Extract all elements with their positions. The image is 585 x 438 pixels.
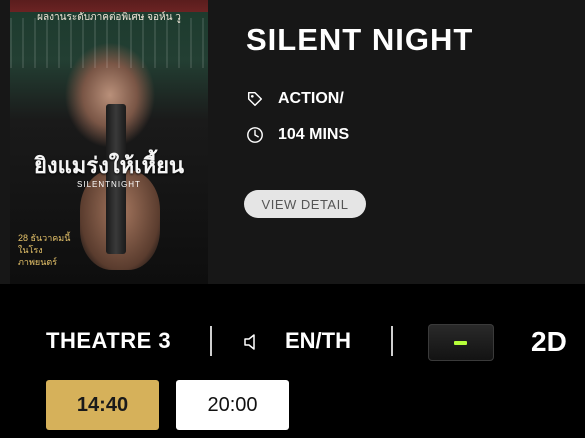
format-label: 2D	[531, 326, 567, 357]
showtime-button-selected[interactable]: 14:40	[46, 380, 159, 430]
poster-sweater-pattern	[10, 18, 208, 68]
theatre-label: THEATRE 3	[46, 328, 172, 353]
poster-top-text: ผลงานระดับภาคต่อพิเศษ จอห์น วู	[37, 12, 181, 23]
indicator-dash	[454, 341, 467, 345]
duration-label: 104 MINS	[278, 126, 350, 143]
movie-info-panel: ผลงานระดับภาคต่อพิเศษ จอห์น วู ยิงแมร่งใ…	[0, 0, 585, 284]
movie-poster[interactable]: ผลงานระดับภาคต่อพิเศษ จอห์น วู ยิงแมร่งใ…	[10, 0, 208, 284]
format-indicator	[428, 324, 494, 361]
divider	[391, 326, 393, 356]
movie-title: SILENT NIGHT	[246, 22, 474, 57]
speaker-icon	[244, 334, 255, 350]
poster-release-text: 28 ธันวาคมนี้ ในโรงภาพยนตร์	[18, 233, 71, 267]
divider	[210, 326, 212, 356]
showtime-button[interactable]: 20:00	[176, 380, 289, 430]
view-detail-button[interactable]: VIEW DETAIL	[244, 190, 366, 218]
clock-icon	[247, 127, 263, 143]
poster-english-title: SILENTNIGHT	[77, 180, 141, 189]
genre-label: ACTION/	[278, 90, 344, 107]
language-label: EN/TH	[285, 328, 351, 353]
showing-info-bar: THEATRE 3 EN/TH 2D	[0, 320, 585, 364]
poster-thai-title: ยิงแมร่งให้เหี้ยน	[33, 153, 185, 178]
tag-icon	[247, 91, 263, 107]
